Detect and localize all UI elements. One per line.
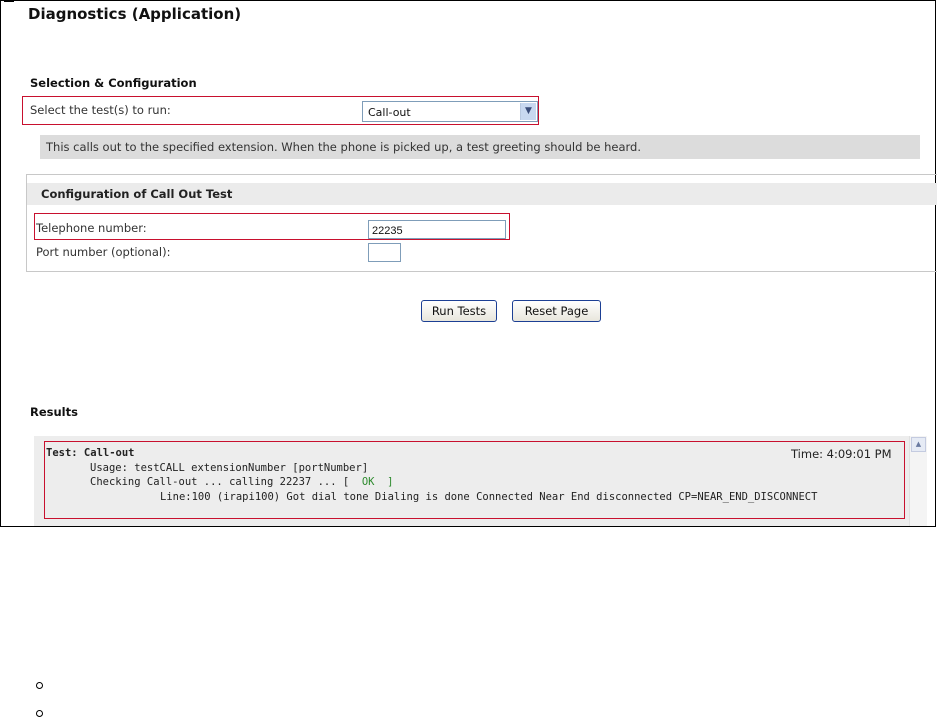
result-usage-line: Usage: testCALL extensionNumber [portNum…	[90, 462, 369, 474]
test-select-dropdown[interactable]: Call-out ▼	[362, 101, 538, 122]
selection-heading: Selection & Configuration	[30, 76, 197, 90]
ok-status: OK	[361, 476, 375, 488]
run-tests-button[interactable]: Run Tests	[421, 300, 497, 322]
result-test-line: Test: Call-out	[46, 447, 135, 459]
chevron-down-icon[interactable]: ▼	[520, 103, 536, 120]
config-heading: Configuration of Call Out Test	[27, 183, 937, 205]
port-label: Port number (optional):	[36, 245, 171, 259]
telephone-label: Telephone number:	[36, 221, 147, 235]
page-title: Diagnostics (Application)	[28, 5, 242, 23]
test-select-label: Select the test(s) to run:	[30, 103, 171, 117]
result-time: Time: 4:09:01 PM	[791, 447, 892, 461]
bullet-icon	[36, 710, 43, 717]
results-scrollbar[interactable]: ▲	[909, 436, 927, 526]
window-corner-mark	[4, 1, 14, 2]
port-input[interactable]	[368, 243, 401, 262]
reset-page-button[interactable]: Reset Page	[512, 300, 601, 322]
result-detail-line: Line:100 (irapi100) Got dial tone Dialin…	[160, 491, 818, 503]
test-description-bar: This calls out to the specified extensio…	[40, 135, 920, 159]
scroll-up-icon[interactable]: ▲	[911, 437, 926, 452]
bullet-icon	[36, 682, 43, 689]
telephone-input[interactable]	[368, 220, 506, 239]
results-heading: Results	[30, 405, 78, 419]
checking-text: Checking Call-out ... calling 22237 ... …	[90, 476, 362, 488]
ok-bracket: ]	[374, 476, 394, 488]
test-select-value: Call-out	[368, 106, 411, 119]
result-checking-line: Checking Call-out ... calling 22237 ... …	[90, 476, 393, 488]
